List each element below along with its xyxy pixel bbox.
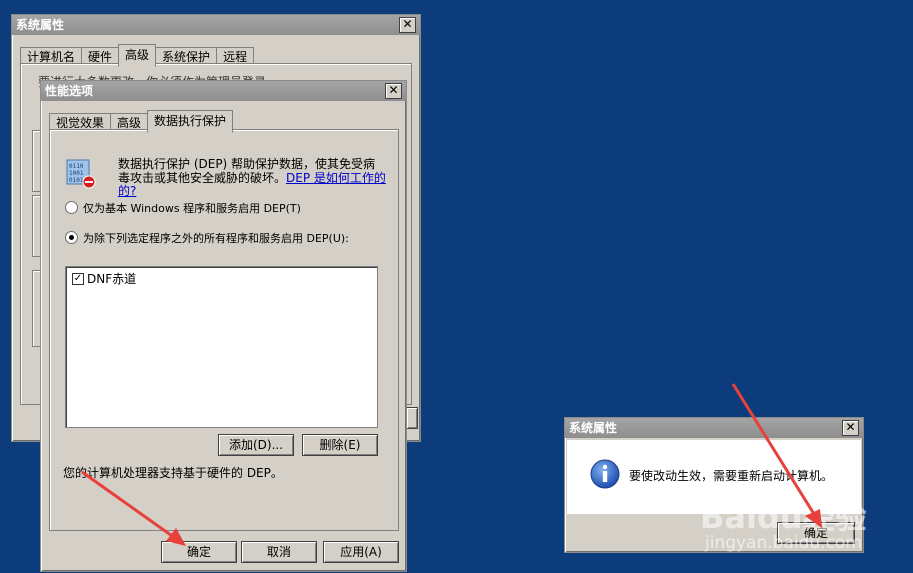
baidu-watermark-url: jingyan.baidu.com [705,533,862,553]
baidu-watermark-logo: Baidu经验 [700,498,867,536]
back-window-button[interactable] [406,407,418,429]
performance-options-dialog: 性能选项 ✕ 视觉效果 高级 数据执行保护 0110 1001 0101 数据执… [40,80,407,572]
close-icon[interactable]: ✕ [842,420,859,436]
svg-text:1001: 1001 [69,170,84,177]
window-titlebar[interactable]: 系统属性 ✕ [12,15,420,35]
message-box-titlebar[interactable]: 系统属性 ✕ [565,418,863,438]
dialog-titlebar[interactable]: 性能选项 ✕ [41,81,406,101]
dep-essential-only-radio[interactable] [65,201,78,214]
list-item[interactable]: ✓ DNF赤道 [72,270,136,287]
dep-help-link-continued[interactable]: 的? [118,182,136,199]
remove-button[interactable]: 删除(E) [302,434,378,456]
dep-help-link[interactable]: DEP 是如何工作的 [286,171,386,185]
dep-description-text: 毒攻击或其他安全威胁的破坏。 [118,171,287,185]
close-icon[interactable]: ✕ [399,17,416,33]
info-icon [589,458,621,490]
message-box-title: 系统属性 [569,421,618,435]
checkbox-checked-icon[interactable]: ✓ [72,272,84,285]
apply-button[interactable]: 应用(A) [323,541,399,563]
tab-advanced[interactable]: 高级 [118,44,157,67]
svg-text:0110: 0110 [69,163,84,170]
message-text: 要使改动生效，需要重新启动计算机。 [629,469,834,483]
exception-list[interactable]: ✓ DNF赤道 [65,266,378,428]
dep-all-except-radio[interactable] [65,231,78,244]
dep-all-except-label[interactable]: 为除下列选定程序之外的所有程序和服务启用 DEP(U): [83,230,349,246]
cancel-button[interactable]: 取消 [241,541,317,563]
dialog-title: 性能选项 [45,84,94,98]
tab-dep[interactable]: 数据执行保护 [147,110,234,133]
window-title: 系统属性 [16,18,65,32]
hardware-dep-note: 您的计算机处理器支持基于硬件的 DEP。 [63,466,283,480]
dep-description-line2: 毒攻击或其他安全威胁的破坏。DEP 是如何工作的 [118,169,386,186]
dep-essential-only-label[interactable]: 仅为基本 Windows 程序和服务启用 DEP(T) [83,200,301,216]
add-button[interactable]: 添加(D)... [218,434,294,456]
svg-text:0101: 0101 [69,177,84,184]
close-icon[interactable]: ✕ [385,83,402,99]
list-item-label: DNF赤道 [87,272,137,286]
dep-shield-icon: 0110 1001 0101 [63,156,97,190]
ok-button[interactable]: 确定 [161,541,237,563]
